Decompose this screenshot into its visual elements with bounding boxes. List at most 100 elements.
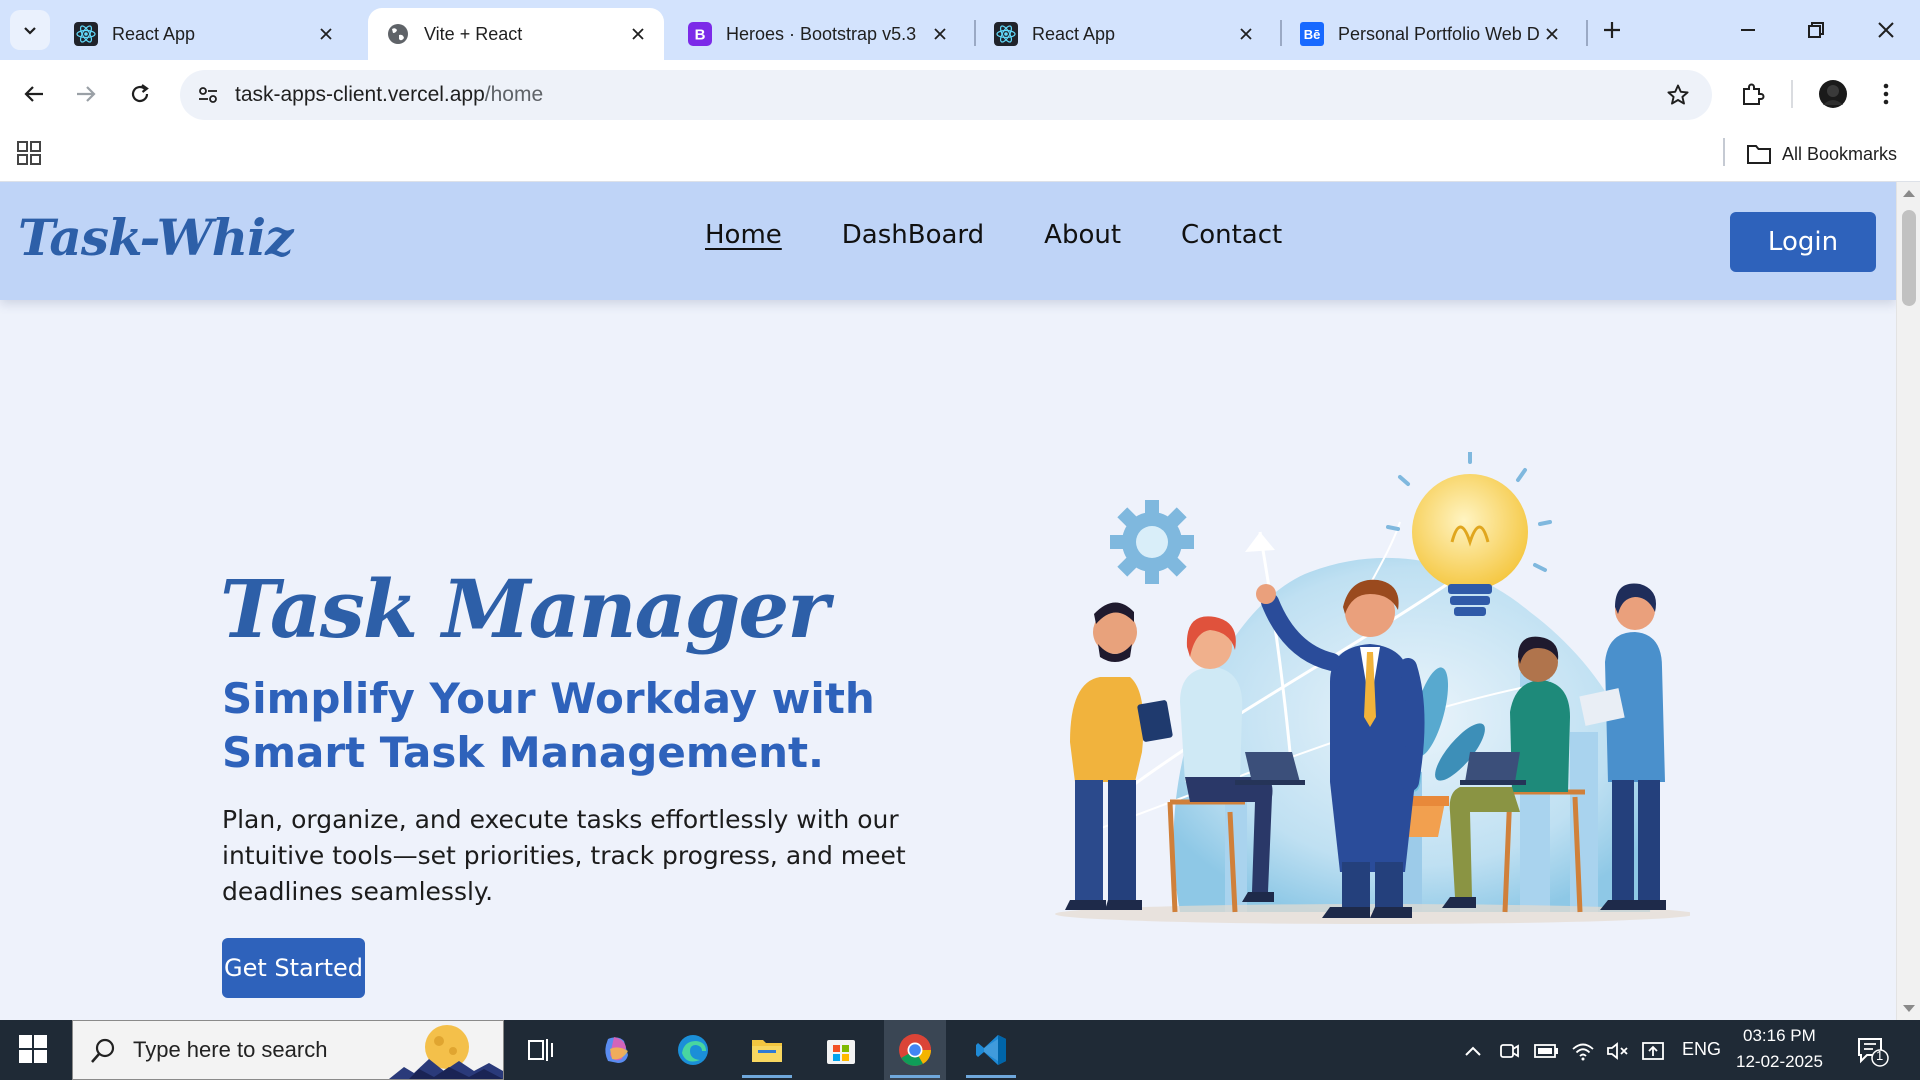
- chrome-app[interactable]: [884, 1020, 946, 1080]
- address-bar[interactable]: task-apps-client.vercel.app/home: [180, 70, 1712, 120]
- arrow-right-icon: [77, 86, 96, 102]
- taskbar-search-box[interactable]: Type here to search: [72, 1020, 504, 1080]
- tab-title: React App: [112, 23, 196, 44]
- edge-app[interactable]: [662, 1020, 724, 1080]
- scroll-up-arrow[interactable]: [1903, 190, 1915, 197]
- behance-icon: Bē: [1300, 22, 1324, 46]
- page-scrollbar[interactable]: [1896, 182, 1920, 1020]
- toolbar-separator: [1791, 80, 1793, 108]
- close-icon[interactable]: [626, 22, 650, 46]
- url-domain: task-apps-client.vercel.app: [235, 83, 485, 106]
- show-hidden-icons-button[interactable]: [1460, 1038, 1486, 1064]
- puzzle-icon: [1743, 83, 1765, 105]
- file-explorer-app[interactable]: [736, 1020, 798, 1080]
- login-button[interactable]: Login: [1730, 212, 1876, 272]
- bookmarks-separator: [1723, 138, 1725, 166]
- scroll-thumb[interactable]: [1902, 210, 1916, 306]
- team-collaboration-illustration: [1055, 452, 1690, 924]
- forward-button[interactable]: [66, 74, 106, 114]
- tab-portfolio[interactable]: Bē Personal Portfolio Web D: [1282, 8, 1578, 60]
- search-highlight-art: [389, 1021, 503, 1079]
- reload-icon: [131, 84, 149, 103]
- tab-title: Heroes · Bootstrap v5.3: [726, 23, 917, 44]
- browser-tab-strip: React App Vite + React B Heroes · Bootst…: [0, 0, 1920, 60]
- tab-react-app-2[interactable]: React App: [976, 8, 1272, 60]
- windows-start-button[interactable]: [18, 1034, 50, 1066]
- react-icon: [994, 22, 1018, 46]
- tab-search-button[interactable]: [10, 10, 50, 50]
- page-viewport: Task-Whiz Home DashBoard About Contact L…: [0, 182, 1896, 1020]
- tab-title: Vite + React: [424, 23, 523, 44]
- plus-icon: [1604, 22, 1620, 38]
- site-logo[interactable]: Task-Whiz: [18, 208, 293, 267]
- close-icon[interactable]: [314, 22, 338, 46]
- url-path: /home: [484, 83, 544, 106]
- tab-title: Personal Portfolio Web D: [1338, 23, 1540, 44]
- bootstrap-icon: B: [688, 22, 712, 46]
- clock-date[interactable]: 12-02-2025: [1736, 1052, 1823, 1072]
- restore-button[interactable]: [1796, 10, 1836, 50]
- url-text[interactable]: task-apps-client.vercel.app/home: [235, 83, 543, 107]
- close-icon[interactable]: [928, 22, 952, 46]
- get-started-button[interactable]: Get Started: [222, 938, 365, 998]
- tab-title: React App: [1032, 23, 1116, 44]
- close-icon: [1878, 22, 1894, 38]
- site-info-icon[interactable]: [192, 79, 224, 111]
- microsoft-store-app[interactable]: [810, 1020, 872, 1080]
- new-tab-button[interactable]: [1592, 10, 1632, 50]
- profile-avatar[interactable]: [1813, 74, 1853, 114]
- apps-grid-icon[interactable]: [16, 140, 44, 168]
- copilot-app[interactable]: [586, 1020, 648, 1080]
- edge-icon: [678, 1035, 708, 1065]
- wifi-icon[interactable]: [1570, 1038, 1596, 1064]
- volume-muted-icon[interactable]: [1605, 1038, 1631, 1064]
- close-icon[interactable]: [1540, 22, 1564, 46]
- vscode-app[interactable]: [960, 1020, 1022, 1080]
- chrome-icon: [899, 1034, 931, 1066]
- nav-link-about[interactable]: About: [1044, 220, 1121, 250]
- file-explorer-icon: [752, 1040, 782, 1062]
- more-vertical-icon: [1883, 83, 1889, 105]
- notification-center-button[interactable]: 1: [1856, 1034, 1890, 1068]
- notification-count: 1: [1876, 1048, 1884, 1063]
- back-button[interactable]: [14, 74, 54, 114]
- reload-button[interactable]: [120, 74, 160, 114]
- minimize-icon: [1741, 29, 1755, 31]
- close-icon[interactable]: [1234, 22, 1258, 46]
- language-indicator[interactable]: ENG: [1682, 1039, 1721, 1060]
- screen-capture-icon[interactable]: [1640, 1038, 1666, 1064]
- site-header: Task-Whiz Home DashBoard About Contact L…: [0, 182, 1896, 300]
- task-view-button[interactable]: [510, 1020, 572, 1080]
- extensions-button[interactable]: [1733, 74, 1773, 114]
- react-icon: [74, 22, 98, 46]
- tab-bootstrap-heroes[interactable]: B Heroes · Bootstrap v5.3: [670, 8, 966, 60]
- task-view-icon: [528, 1039, 553, 1061]
- windows-icon: [19, 1035, 47, 1063]
- vscode-icon: [976, 1035, 1006, 1065]
- windows-taskbar: Type here to search ENG 03:16 PM 12-02-2…: [0, 1020, 1920, 1080]
- meet-now-icon[interactable]: [1496, 1038, 1522, 1064]
- bookmark-star-icon[interactable]: [1662, 79, 1694, 111]
- browser-toolbar: task-apps-client.vercel.app/home: [0, 60, 1920, 128]
- nav-link-home[interactable]: Home: [705, 220, 782, 250]
- svg-text:B: B: [695, 27, 706, 44]
- scroll-down-arrow[interactable]: [1903, 1005, 1915, 1012]
- chevron-down-icon: [24, 27, 36, 35]
- nav-link-dashboard[interactable]: DashBoard: [842, 220, 984, 250]
- globe-icon: [386, 22, 410, 46]
- minimize-button[interactable]: [1728, 10, 1768, 50]
- search-icon: [91, 1038, 115, 1063]
- battery-icon[interactable]: [1533, 1038, 1559, 1064]
- tab-react-app-1[interactable]: React App: [56, 8, 352, 60]
- folder-icon: [1747, 145, 1771, 164]
- all-bookmarks-button[interactable]: All Bookmarks: [1746, 138, 1897, 170]
- tab-vite-react[interactable]: Vite + React: [368, 8, 664, 60]
- nav-link-contact[interactable]: Contact: [1181, 220, 1282, 250]
- copilot-icon: [605, 1037, 628, 1063]
- arrow-left-icon: [24, 86, 43, 102]
- clock-time[interactable]: 03:16 PM: [1743, 1026, 1816, 1046]
- site-nav: Home DashBoard About Contact: [705, 220, 1282, 250]
- browser-menu-button[interactable]: [1866, 74, 1906, 114]
- hero-description: Plan, organize, and execute tasks effort…: [222, 805, 906, 906]
- close-window-button[interactable]: [1866, 10, 1906, 50]
